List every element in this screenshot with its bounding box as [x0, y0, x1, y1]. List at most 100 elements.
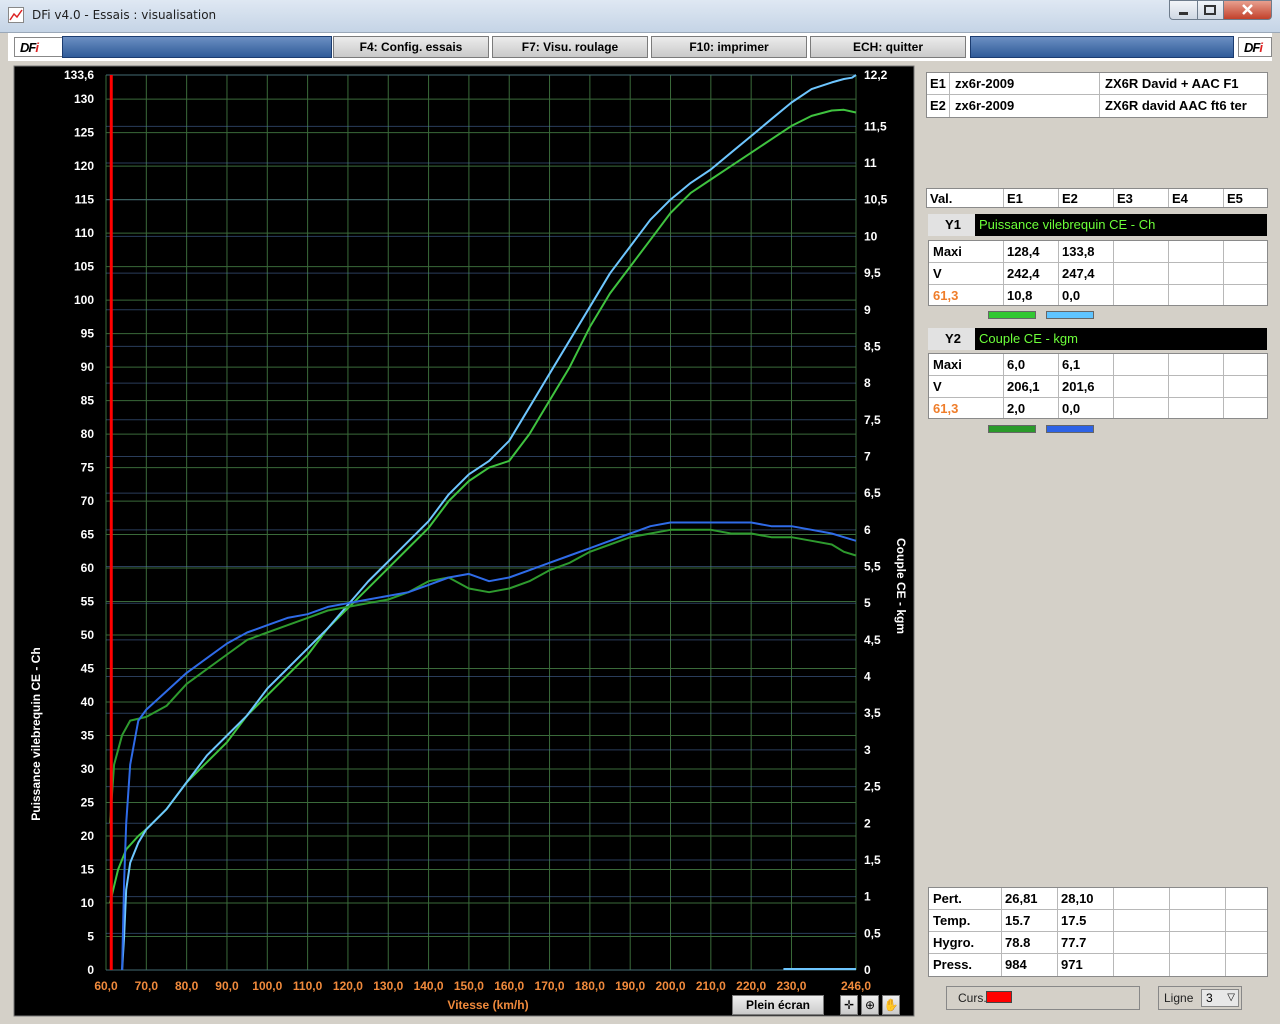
x-tick-label: 130,0	[373, 979, 403, 993]
conditions-table: Pert. 26,81 28,10 Temp. 15.7 17.5 Hygro.…	[928, 887, 1268, 977]
y1-tag: Y1	[928, 214, 978, 236]
y2-tick-label: 2	[864, 816, 871, 830]
y-tick-label: 30	[81, 762, 95, 776]
y2-tick-label: 12,2	[864, 68, 888, 82]
condition-value: 28,10	[1061, 891, 1094, 906]
x-tick-label: 180,0	[575, 979, 605, 993]
condition-label: Temp.	[933, 913, 971, 928]
condition-label: Pert.	[933, 891, 962, 906]
zoom-icon: ⊕	[864, 998, 876, 1012]
minimize-button[interactable]	[1169, 0, 1198, 20]
maximize-button[interactable]	[1197, 0, 1224, 20]
x-tick-label: 190,0	[615, 979, 645, 993]
x-tick-label: 210,0	[696, 979, 726, 993]
y2-tick-label: 6,5	[864, 486, 881, 500]
zoom-tool-button[interactable]: ⊕	[861, 995, 879, 1015]
y-tick-label: 60	[81, 561, 95, 575]
x-tick-label: 140,0	[414, 979, 444, 993]
y2-tick-label: 9	[864, 303, 871, 317]
y-tick-label: 25	[81, 796, 95, 810]
header-e4: E4	[1172, 191, 1188, 206]
y-tick-label: 95	[81, 327, 95, 341]
legend-e2-vehicle: zx6r-2009	[955, 98, 1015, 113]
y2-tick-label: 3	[864, 743, 871, 757]
minimize-icon	[1179, 12, 1188, 15]
hand-icon: ✋	[883, 998, 899, 1012]
y2-cell: 2,0	[1007, 401, 1026, 416]
x-tick-label: 90,0	[215, 979, 239, 993]
x-tick-label: 70,0	[135, 979, 159, 993]
function-bar: DFi F4: Config. essais F7: Visu. roulage…	[8, 33, 1272, 61]
config-essais-button[interactable]: F4: Config. essais	[333, 36, 489, 58]
y-tick-label: 115	[75, 193, 95, 207]
legend-e1-vehicle: zx6r-2009	[955, 76, 1015, 91]
results-panel: E1 zx6r-2009 ZX6R David + AAC F1 E2 zx6r…	[922, 66, 1272, 1024]
legend-e2-id: E2	[930, 98, 946, 113]
x-tick-label: 160,0	[494, 979, 524, 993]
y1-e1-color-swatch	[988, 311, 1036, 319]
header-e2: E2	[1062, 191, 1078, 206]
print-button[interactable]: F10: imprimer	[651, 36, 807, 58]
y2-tick-label: 7,5	[864, 413, 881, 427]
x-tick-label: 100,0	[252, 979, 282, 993]
y-tick-label: 90	[81, 360, 95, 374]
legend-e2-description: ZX6R david AAC ft6 ter	[1105, 98, 1247, 113]
header-val: Val.	[930, 191, 953, 206]
toolbar-spacer-right	[970, 36, 1234, 58]
window-title: DFi v4.0 - Essais : visualisation	[32, 8, 217, 22]
dfi-logo: DFi	[14, 37, 64, 57]
y1-cell: 242,4	[1007, 266, 1040, 281]
close-button[interactable]	[1223, 0, 1272, 20]
y2-e2-color-swatch	[1046, 425, 1094, 433]
line-select[interactable]: 3 ▽	[1201, 989, 1239, 1007]
y-tick-label: 15	[81, 863, 95, 877]
condition-value: 78.8	[1005, 935, 1031, 950]
condition-value: 17.5	[1061, 913, 1087, 928]
y2-tick-label: 0,5	[864, 926, 881, 940]
condition-value: 984	[1005, 957, 1027, 972]
y2-tick-label: 6	[864, 523, 871, 537]
quit-button[interactable]: ECH: quitter	[810, 36, 966, 58]
cursor-color-swatch[interactable]	[986, 991, 1012, 1003]
dfi-logo-right: DFi	[1238, 37, 1272, 57]
chevron-down-icon: ▽	[1227, 992, 1235, 1003]
dyno-chart[interactable]: 60,0 70,0 80,0 90,0 100,0 110,0 120,0 130,0 140,…	[8, 62, 918, 1020]
y1-channel-field[interactable]: Puissance vilebrequin CE - Ch	[975, 214, 1267, 236]
y2-tick-label: 11	[864, 156, 877, 170]
header-e5: E5	[1227, 191, 1243, 206]
condition-value: 26,81	[1005, 891, 1038, 906]
y1-cell: 128,4	[1007, 244, 1040, 259]
y-tick-label: 70	[81, 494, 95, 508]
visu-roulage-button[interactable]: F7: Visu. roulage	[492, 36, 648, 58]
y-tick-label: 40	[81, 695, 95, 709]
x-tick-label: 200,0	[656, 979, 686, 993]
y-tick-label: 10	[81, 896, 95, 910]
y-tick-label: 120	[74, 159, 94, 173]
y2-tick-label: 4	[864, 670, 871, 684]
y2-row-label: Maxi	[933, 357, 962, 372]
y-tick-label: 0	[87, 963, 94, 977]
fullscreen-button[interactable]: Plein écran	[732, 995, 824, 1015]
y2-cell: 201,6	[1062, 379, 1095, 394]
y2-tick-label: 2,5	[864, 780, 881, 794]
maximize-icon	[1204, 5, 1216, 15]
y-tick-label: 55	[81, 595, 95, 609]
chart-panel: 60,0 70,0 80,0 90,0 100,0 110,0 120,0 130,0 140,…	[8, 62, 918, 1020]
cursor-label: Curs.	[958, 991, 987, 1005]
pan-tool-button[interactable]: ✋	[882, 995, 900, 1015]
test-legend: E1 zx6r-2009 ZX6R David + AAC F1 E2 zx6r…	[926, 72, 1268, 118]
x-tick-label: 170,0	[535, 979, 565, 993]
y2-tick-label: 10	[864, 229, 878, 243]
y2-tick-label: 8,5	[864, 339, 881, 353]
y1-cell: 133,8	[1062, 244, 1095, 259]
y1-cursor-label: 61,3	[933, 288, 959, 303]
y2-channel-field[interactable]: Couple CE - kgm	[975, 328, 1267, 350]
y-tick-label: 45	[81, 662, 95, 676]
y1-row-label: Maxi	[933, 244, 962, 259]
x-axis-label: Vitesse (km/h)	[447, 998, 529, 1012]
legend-e1-id: E1	[930, 76, 946, 91]
crosshair-tool-button[interactable]: ✛	[840, 995, 858, 1015]
values-table-header: Val. E1 E2 E3 E4 E5	[926, 188, 1268, 208]
condition-label: Press.	[933, 957, 973, 972]
y2-tick-label: 5,5	[864, 560, 881, 574]
